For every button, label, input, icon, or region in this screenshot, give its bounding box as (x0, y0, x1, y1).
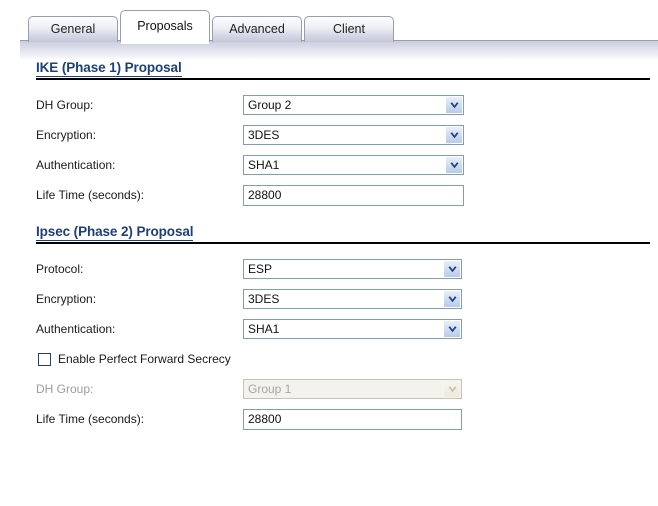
select-ipsec-dh-group-value: Group 1 (248, 382, 292, 396)
row-ike-lifetime: Life Time (seconds): (0, 180, 658, 210)
row-ike-dh-group: DH Group: Group 2 (0, 90, 658, 120)
input-ike-lifetime[interactable] (243, 184, 464, 206)
ipsec-phase2-title-text: Ipsec (Phase 2) Proposal (36, 224, 194, 241)
select-ipsec-authentication-value: SHA1 (248, 322, 280, 336)
chevron-down-icon[interactable] (443, 291, 460, 307)
label-ike-dh-group: DH Group: (36, 98, 94, 112)
ike-phase1-title-text: IKE (Phase 1) Proposal (36, 60, 182, 77)
input-ipsec-lifetime[interactable] (243, 408, 462, 430)
chevron-down-icon[interactable] (445, 157, 462, 173)
label-ipsec-authentication: Authentication: (36, 322, 116, 336)
select-ike-authentication[interactable]: SHA1 (243, 155, 464, 175)
select-ipsec-protocol-value: ESP (248, 262, 273, 276)
label-enable-pfs: Enable Perfect Forward Secrecy (58, 352, 231, 366)
label-ipsec-lifetime: Life Time (seconds): (36, 412, 145, 426)
chevron-down-icon[interactable] (445, 127, 462, 143)
select-ike-authentication-value: SHA1 (248, 158, 280, 172)
tab-advanced[interactable]: Advanced (212, 16, 302, 42)
row-ipsec-authentication: Authentication: SHA1 (0, 314, 658, 344)
row-ipsec-dh-group: DH Group: Group 1 (0, 374, 658, 404)
chevron-down-icon[interactable] (443, 261, 460, 277)
select-ipsec-authentication[interactable]: SHA1 (243, 319, 462, 339)
select-ipsec-encryption[interactable]: 3DES (243, 289, 462, 309)
select-ike-dh-group-value: Group 2 (248, 98, 292, 112)
tab-general[interactable]: General (28, 16, 118, 42)
proposals-panel: IKE (Phase 1) Proposal DH Group: Group 2… (0, 60, 658, 434)
label-ike-encryption: Encryption: (36, 128, 97, 142)
row-ipsec-lifetime: Life Time (seconds): (0, 404, 658, 434)
row-ipsec-protocol: Protocol: ESP (0, 254, 658, 284)
select-ike-dh-group[interactable]: Group 2 (243, 95, 464, 115)
label-ipsec-protocol: Protocol: (36, 262, 84, 276)
row-ike-authentication: Authentication: SHA1 (0, 150, 658, 180)
label-ipsec-encryption: Encryption: (36, 292, 97, 306)
chevron-down-icon[interactable] (445, 97, 462, 113)
select-ike-encryption-value: 3DES (248, 128, 280, 142)
row-ipsec-encryption: Encryption: 3DES (0, 284, 658, 314)
tab-bar: General Proposals Advanced Client (0, 0, 658, 60)
select-ipsec-encryption-value: 3DES (248, 292, 280, 306)
ipsec-phase2-section-title: Ipsec (Phase 2) Proposal (36, 224, 650, 244)
tab-bar-gradient-strip (20, 40, 658, 60)
ipsec-phase2-fields: Protocol: ESP Encryption: 3DES Authentic… (0, 254, 658, 434)
label-ipsec-dh-group: DH Group: (36, 382, 94, 396)
tab-proposals[interactable]: Proposals (120, 10, 210, 44)
label-ike-lifetime: Life Time (seconds): (36, 188, 145, 202)
select-ipsec-protocol[interactable]: ESP (243, 259, 462, 279)
row-enable-pfs[interactable]: Enable Perfect Forward Secrecy (0, 344, 658, 374)
tab-list: General Proposals Advanced Client (28, 0, 658, 44)
checkbox-enable-pfs[interactable] (38, 352, 51, 366)
tab-client[interactable]: Client (304, 16, 394, 42)
chevron-down-icon[interactable] (443, 321, 460, 337)
row-ike-encryption: Encryption: 3DES (0, 120, 658, 150)
select-ike-encryption[interactable]: 3DES (243, 125, 464, 145)
label-ike-authentication: Authentication: (36, 158, 116, 172)
chevron-down-icon (443, 381, 460, 397)
ike-phase1-section-title: IKE (Phase 1) Proposal (36, 60, 650, 80)
ike-phase1-fields: DH Group: Group 2 Encryption: 3DES Authe… (0, 90, 658, 210)
select-ipsec-dh-group: Group 1 (243, 379, 462, 399)
